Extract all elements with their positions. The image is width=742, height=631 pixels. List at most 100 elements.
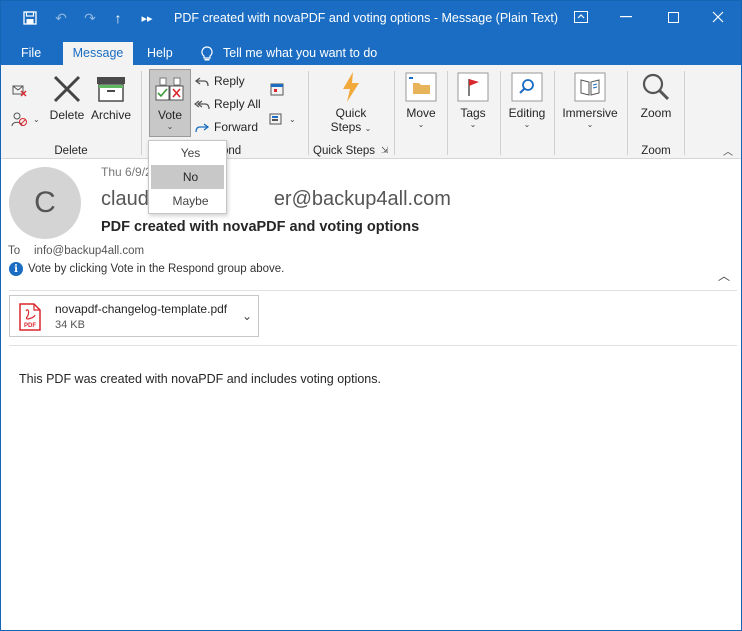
flag-icon — [457, 71, 489, 103]
ribbon: ⌄ Delete Archive Delete ond Reply Reply … — [1, 65, 741, 159]
ribbon-tab-row: File Message Help Tell me what you want … — [1, 37, 741, 65]
redo-icon[interactable]: ↷ — [79, 7, 101, 29]
chevron-down-icon: ⌄ — [166, 122, 174, 131]
tell-me-search[interactable]: Tell me what you want to do — [201, 42, 377, 65]
chevron-down-icon: ⌄ — [469, 120, 477, 129]
tags-button[interactable]: Tags ⌄ — [453, 71, 493, 129]
pdf-icon-text: PDF — [24, 323, 36, 329]
collapse-header-icon[interactable]: ︿ — [718, 267, 730, 284]
more-respond-button[interactable]: ⌄ — [269, 109, 296, 129]
delete-x-icon — [51, 73, 83, 105]
chevron-down-icon: ⌄ — [289, 114, 296, 124]
lightbulb-icon — [201, 45, 213, 60]
vote-option-no[interactable]: No — [151, 165, 224, 189]
to-label: To — [8, 245, 21, 257]
outlook-message-window: ↶ ↷ ↑ ▸▸ PDF created with novaPDF and vo… — [0, 0, 742, 631]
reply-icon — [194, 77, 209, 87]
archive-label: Archive — [90, 108, 131, 122]
window-title: PDF created with novaPDF and voting opti… — [174, 11, 558, 25]
delete-button[interactable]: Delete — [47, 73, 87, 122]
info-bar: i Vote by clicking Vote in the Respond g… — [9, 262, 284, 276]
info-bar-text: Vote by clicking Vote in the Respond gro… — [28, 263, 285, 275]
ribbon-display-options-icon[interactable] — [567, 5, 595, 29]
vote-option-yes[interactable]: Yes — [149, 141, 226, 165]
junk-icon — [11, 112, 27, 127]
tab-file[interactable]: File — [15, 42, 47, 65]
pdf-file-icon: PDF — [18, 303, 42, 331]
magnifier-icon — [640, 71, 672, 103]
tags-label: Tags — [460, 106, 486, 120]
divider — [9, 290, 737, 291]
vote-dropdown-menu: Yes No Maybe — [148, 140, 227, 214]
reply-all-label: Reply All — [214, 97, 261, 111]
reply-all-button[interactable]: Reply All — [194, 94, 261, 114]
lightning-icon — [335, 71, 367, 103]
vote-label: Vote — [157, 108, 183, 122]
quick-steps-group: Quick Steps ⌄ Quick Steps ⇲ — [309, 65, 395, 159]
more-commands-icon[interactable]: ▸▸ — [136, 7, 158, 29]
chevron-down-icon: ⌄ — [417, 120, 425, 129]
tab-help[interactable]: Help — [141, 42, 179, 65]
collapse-ribbon-icon[interactable]: ︿ — [723, 143, 733, 158]
ribbon-separator — [394, 71, 395, 155]
avatar: C — [9, 167, 81, 239]
title-bar: ↶ ↷ ↑ ▸▸ PDF created with novaPDF and vo… — [1, 1, 741, 37]
reply-label: Reply — [214, 74, 245, 88]
move-button[interactable]: Move ⌄ — [401, 71, 441, 129]
info-icon: i — [9, 262, 23, 276]
chevron-down-icon: ⌄ — [523, 120, 531, 129]
meeting-icon — [270, 83, 284, 96]
reply-button[interactable]: Reply — [194, 71, 245, 91]
quick-steps-button[interactable]: Quick Steps ⌄ — [325, 71, 377, 134]
move-label: Move — [406, 106, 436, 120]
meeting-button[interactable] — [269, 79, 285, 99]
archive-icon — [95, 73, 127, 105]
forward-icon — [195, 123, 210, 133]
message-subject: PDF created with novaPDF and voting opti… — [101, 219, 420, 235]
immersive-reader-icon — [574, 71, 606, 103]
ribbon-separator — [684, 71, 685, 155]
immersive-button[interactable]: Immersive ⌄ — [559, 71, 621, 129]
close-icon[interactable] — [704, 5, 732, 29]
attachment-name: novapdf-changelog-template.pdf — [55, 302, 228, 316]
quick-steps-line2: Steps — [330, 120, 362, 134]
chevron-down-icon: ⌄ — [586, 120, 594, 129]
attachment-card[interactable]: PDF novapdf-changelog-template.pdf 34 KB… — [9, 295, 259, 337]
forward-button[interactable]: Forward — [194, 117, 258, 137]
zoom-group: Zoom Zoom — [628, 65, 684, 159]
to-address[interactable]: info@backup4all.com — [34, 245, 144, 257]
ribbon-separator — [500, 71, 501, 155]
chevron-down-icon[interactable]: ⌄ — [242, 309, 252, 323]
ignore-button[interactable] — [11, 79, 27, 99]
forward-label: Forward — [214, 120, 259, 134]
divider — [9, 345, 737, 346]
tell-me-label: Tell me what you want to do — [223, 46, 378, 60]
delete-group-label: Delete — [54, 145, 88, 157]
editing-button[interactable]: Editing ⌄ — [505, 71, 549, 129]
im-icon — [269, 113, 282, 125]
quick-steps-line1: Quick — [335, 106, 367, 120]
tab-message[interactable]: Message — [63, 42, 133, 65]
respond-group-label: ond — [222, 145, 242, 157]
chevron-down-icon: ⌄ — [364, 124, 372, 133]
vote-option-maybe[interactable]: Maybe — [149, 189, 226, 213]
zoom-group-label: Zoom — [641, 145, 671, 157]
save-icon[interactable] — [19, 7, 41, 29]
junk-button[interactable]: ⌄ — [11, 109, 40, 129]
move-icon — [405, 71, 437, 103]
ribbon-separator — [554, 71, 555, 155]
vote-icon — [155, 76, 185, 107]
previous-item-icon[interactable]: ↑ — [107, 7, 129, 29]
chevron-down-icon: ⌄ — [33, 114, 40, 124]
ignore-icon — [12, 85, 27, 97]
find-icon — [511, 71, 543, 103]
sender-left: claud — [101, 188, 149, 210]
archive-button[interactable]: Archive — [89, 73, 133, 122]
immersive-label: Immersive — [562, 106, 618, 120]
minimize-icon[interactable] — [612, 5, 640, 29]
zoom-button[interactable]: Zoom — [636, 71, 676, 120]
dialog-launcher-icon[interactable]: ⇲ — [381, 145, 389, 156]
undo-icon[interactable]: ↶ — [50, 7, 72, 29]
vote-button[interactable]: Vote ⌄ — [149, 69, 191, 137]
maximize-icon[interactable] — [659, 5, 687, 29]
